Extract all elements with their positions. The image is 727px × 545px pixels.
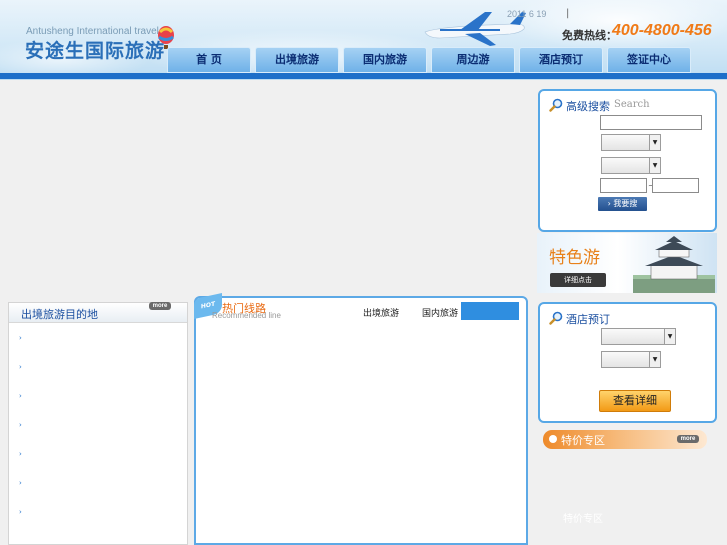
featured-tour-button[interactable]: 详细点击	[550, 273, 606, 287]
list-item[interactable]: ›	[19, 508, 25, 516]
hot-routes-panel: HOT 热门线路 Recommended line 出境旅游 国内旅游	[194, 293, 528, 545]
hotel-star-select[interactable]: ▼	[601, 351, 661, 368]
bullet-icon	[549, 435, 557, 443]
nav-underline	[0, 73, 727, 79]
special-offers-title: 特价专区	[561, 434, 605, 447]
list-item[interactable]: ›	[19, 363, 25, 371]
hotline-number: 400-4800-456	[612, 22, 712, 39]
magnifier-icon	[549, 311, 563, 325]
list-item[interactable]: ›	[19, 421, 25, 429]
site-header: Antusheng International travel 安途生国际旅游 2…	[0, 0, 727, 80]
nav-item-outbound[interactable]: 出境旅游	[255, 47, 339, 73]
keyword-input[interactable]	[600, 115, 702, 130]
destination-select[interactable]: ▼	[601, 134, 661, 151]
price-max-input[interactable]	[652, 178, 699, 193]
view-details-button[interactable]: 查看详细	[599, 390, 671, 412]
chevron-down-icon: ▼	[649, 352, 660, 367]
special-offers-header: 特价专区 more	[543, 430, 707, 449]
nav-item-visa[interactable]: 签证中心	[607, 47, 691, 73]
destinations-more-button[interactable]: more	[149, 302, 171, 310]
list-item[interactable]: ›	[19, 450, 25, 458]
destinations-panel: 出境旅游目的地 more › › › › › › ›	[8, 302, 188, 545]
magnifier-icon	[549, 98, 563, 112]
nav-item-hotel[interactable]: 酒店预订	[519, 47, 603, 73]
castle-image	[633, 236, 715, 293]
list-item[interactable]: ›	[19, 479, 25, 487]
list-item[interactable]: ›	[19, 392, 25, 400]
tab-domestic[interactable]: 国内旅游	[422, 306, 458, 319]
days-select[interactable]: ▼	[601, 157, 661, 174]
tab-outbound[interactable]: 出境旅游	[363, 306, 399, 319]
hotel-city-select[interactable]: ▼	[601, 328, 676, 345]
chevron-down-icon: ▼	[649, 158, 660, 173]
hotel-title: 酒店预订	[566, 313, 610, 326]
featured-tour-banner[interactable]: 特色游 详细点击	[537, 233, 717, 293]
nav-item-home[interactable]: 首 页	[167, 47, 251, 73]
nav-item-domestic[interactable]: 国内旅游	[343, 47, 427, 73]
hot-routes-subtitle: Recommended line	[212, 311, 281, 320]
hotline-label: 免费热线：	[562, 29, 617, 42]
search-button-label: 我要搜	[613, 199, 638, 208]
date-label: 2011 6 19	[507, 9, 547, 19]
list-item[interactable]: ›	[19, 334, 25, 342]
special-more-button[interactable]: more	[677, 435, 699, 443]
featured-tour-title: 特色游	[549, 248, 600, 268]
chevron-down-icon: ▼	[664, 329, 675, 344]
special-offers-footer: 特价专区	[563, 514, 603, 525]
search-title: 高级搜索	[566, 100, 610, 113]
search-button[interactable]: › 我要搜	[598, 197, 647, 211]
destinations-title: 出境旅游目的地	[21, 308, 98, 321]
search-title-en: Search	[614, 99, 650, 110]
header-separator: |	[566, 8, 570, 19]
chevron-down-icon: ▼	[649, 135, 660, 150]
logo-chinese[interactable]: 安途生国际旅游	[25, 36, 165, 63]
nav-item-nearby[interactable]: 周边游	[431, 47, 515, 73]
price-min-input[interactable]	[600, 178, 647, 193]
tab-active[interactable]	[461, 302, 519, 320]
destinations-header: 出境旅游目的地 more	[9, 302, 187, 323]
